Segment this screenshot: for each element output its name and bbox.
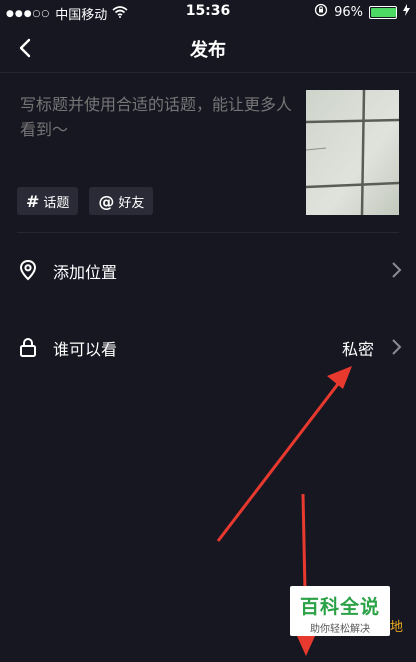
chevron-right-icon bbox=[392, 262, 402, 278]
battery-fill bbox=[371, 7, 396, 17]
annotation-arrow-upper bbox=[216, 379, 343, 542]
annotation-arrowhead-lower bbox=[297, 636, 315, 656]
watermark-title: 百科全说 bbox=[299, 596, 380, 618]
visibility-row[interactable]: 谁可以看 私密 bbox=[0, 317, 416, 377]
watermark-logo: 百科全说 助你轻松解决 bbox=[290, 586, 390, 636]
cover-image bbox=[306, 90, 399, 215]
add-location-label: 添加位置 bbox=[53, 263, 118, 282]
lock-icon bbox=[20, 338, 36, 357]
nav-divider bbox=[0, 72, 416, 73]
video-cover-thumbnail[interactable] bbox=[306, 90, 399, 215]
battery-percent: 96% bbox=[334, 4, 363, 20]
section-divider bbox=[17, 232, 399, 233]
nav-bar: 发布 bbox=[0, 24, 416, 72]
topic-chip-label: 话题 bbox=[43, 195, 70, 211]
add-location-row[interactable]: 添加位置 bbox=[0, 240, 416, 300]
visibility-value: 私密 bbox=[341, 340, 374, 359]
caption-input[interactable] bbox=[18, 90, 300, 154]
partial-text: 地 bbox=[390, 620, 404, 635]
rotation-lock-icon bbox=[314, 3, 328, 21]
mention-chip[interactable]: @ 好友 bbox=[89, 187, 154, 215]
charging-bolt-icon bbox=[403, 4, 410, 20]
battery-icon bbox=[369, 5, 397, 19]
status-bar: ●●●○○ 中国移动 15:36 96% bbox=[0, 0, 416, 24]
location-pin-icon bbox=[19, 259, 37, 281]
chevron-right-icon bbox=[392, 339, 402, 355]
page-title: 发布 bbox=[190, 40, 226, 61]
visibility-label: 谁可以看 bbox=[53, 340, 118, 359]
hashtag-icon: # bbox=[26, 191, 40, 211]
topic-chip[interactable]: # 话题 bbox=[17, 187, 79, 215]
status-right: 96% bbox=[314, 3, 410, 21]
at-sign-icon: @ bbox=[98, 191, 115, 211]
mention-chip-label: 好友 bbox=[118, 195, 145, 211]
watermark-subtitle: 助你轻松解决 bbox=[310, 624, 370, 635]
chip-row: # 话题 @ 好友 bbox=[17, 187, 154, 215]
